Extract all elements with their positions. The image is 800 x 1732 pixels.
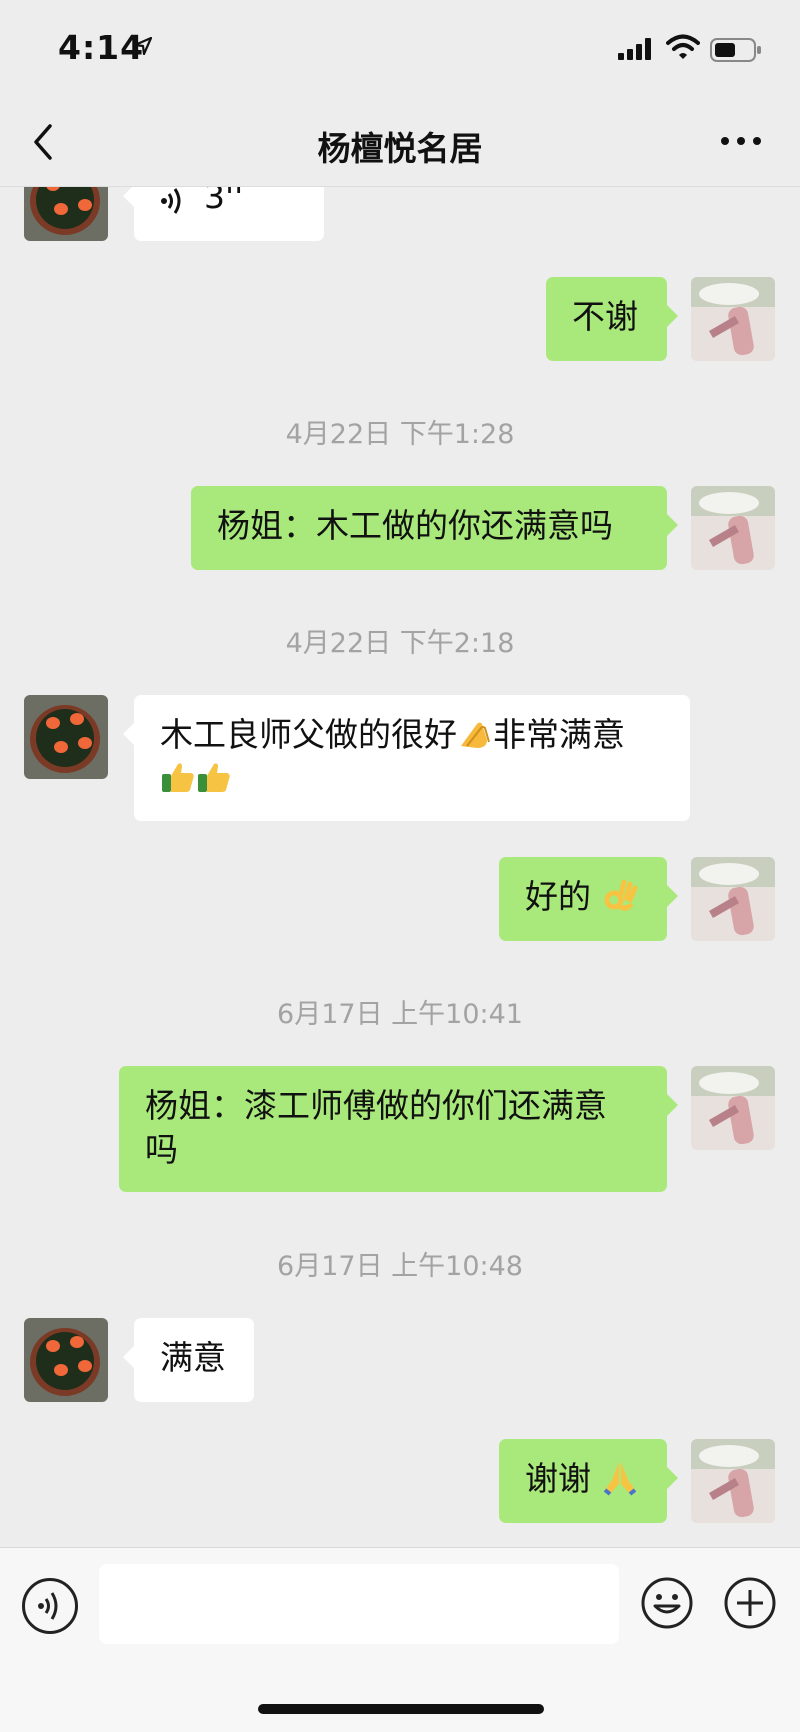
self-avatar[interactable]: [691, 857, 775, 941]
message-text: 谢谢: [525, 1459, 591, 1498]
self-avatar[interactable]: [691, 1066, 775, 1150]
outgoing-message-bubble[interactable]: 好的: [499, 857, 678, 941]
more-dots-icon[interactable]: [718, 126, 764, 156]
message-text: 不谢: [572, 297, 638, 336]
outgoing-message-bubble[interactable]: 杨姐：木工做的你还满意吗: [191, 486, 678, 570]
smiley-icon[interactable]: [640, 1576, 694, 1630]
voice-icon[interactable]: [22, 1578, 78, 1634]
plus-icon[interactable]: [723, 1576, 777, 1630]
input-bar: [0, 1547, 800, 1732]
incoming-message-bubble[interactable]: 满意: [123, 1318, 254, 1402]
message-list[interactable]: 3'' 不谢 4月22日 下午1:28 杨姐：木工做的你还满意吗 4月22日 下…: [0, 187, 800, 1547]
contact-avatar[interactable]: [24, 695, 108, 779]
message-text: 吗: [145, 1130, 178, 1169]
message-text: 非常满意: [493, 715, 625, 754]
status-bar: 4:14: [0, 0, 800, 100]
message-text: 杨姐：漆工师傅做的你们还满意: [145, 1086, 607, 1125]
location-arrow-icon: [134, 37, 152, 55]
home-indicator[interactable]: [258, 1704, 544, 1714]
contact-avatar[interactable]: [24, 1318, 108, 1402]
contact-avatar[interactable]: [24, 187, 108, 241]
timestamp: 6月17日 上午10:48: [277, 1251, 523, 1282]
voice-wave-icon: [161, 188, 181, 214]
signal-icon: [618, 38, 651, 60]
thumbs-up-emoji: [198, 763, 230, 792]
chat-title: 杨檀悦名居: [317, 129, 483, 168]
message-text: 好的: [525, 877, 591, 916]
outgoing-message-bubble[interactable]: 杨姐：漆工师傅做的你们还满意 吗: [119, 1066, 678, 1192]
chat-header: 杨檀悦名居: [0, 100, 800, 187]
self-avatar[interactable]: [691, 277, 775, 361]
self-avatar[interactable]: [691, 1439, 775, 1523]
timestamp: 4月22日 下午1:28: [285, 419, 515, 450]
clapping-hands-emoji: [461, 722, 490, 748]
voice-message-bubble[interactable]: 3'': [123, 187, 324, 241]
wifi-icon: [666, 34, 700, 59]
outgoing-message-bubble[interactable]: 谢谢: [499, 1439, 678, 1523]
thumbs-up-emoji: [162, 763, 194, 792]
ok-hand-emoji: [604, 879, 637, 911]
battery-icon: [710, 38, 761, 62]
message-text: 满意: [160, 1338, 226, 1377]
status-time: 4:14: [58, 28, 145, 67]
voice-duration: 3'': [204, 187, 244, 216]
message-text: 木工良师父做的很好: [160, 715, 457, 754]
outgoing-message-bubble[interactable]: 不谢: [546, 277, 678, 361]
self-avatar[interactable]: [691, 486, 775, 570]
timestamp: 4月22日 下午2:18: [285, 628, 515, 659]
folded-hands-emoji: [603, 1462, 636, 1496]
message-input[interactable]: [99, 1564, 619, 1644]
incoming-message-bubble[interactable]: 木工良师父做的很好 非常满意: [123, 695, 690, 821]
message-text: 杨姐：木工做的你还满意吗: [217, 506, 613, 545]
timestamp: 6月17日 上午10:41: [277, 999, 523, 1030]
